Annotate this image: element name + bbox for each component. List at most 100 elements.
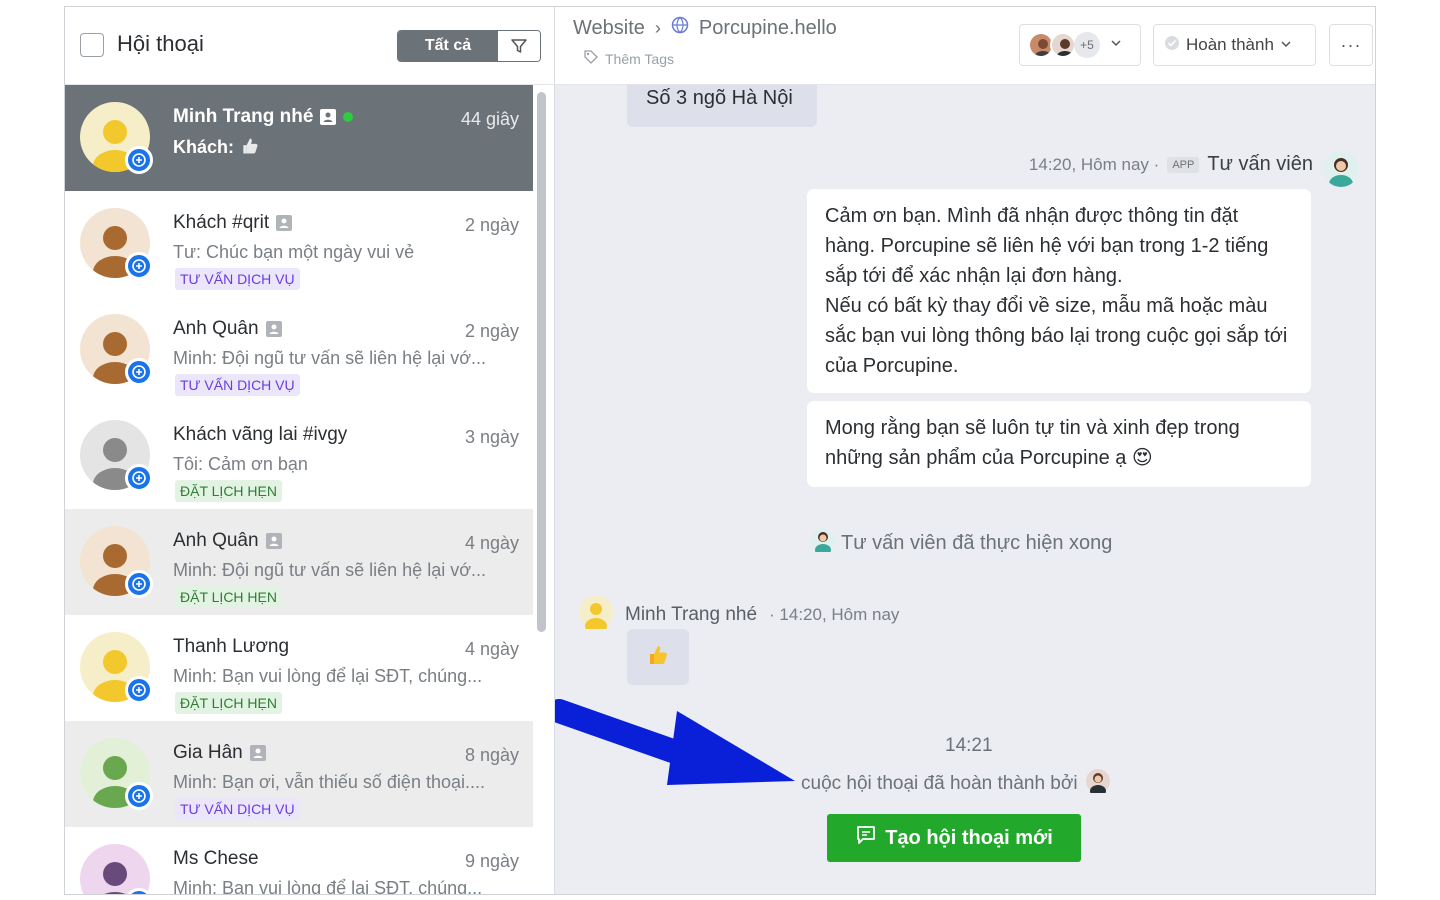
customer-name: Minh Trang nhé bbox=[625, 603, 758, 625]
closed-notice-text: cuộc hội thoại đã hoàn thành bởi bbox=[801, 773, 1078, 794]
conversation-preview-text: Minh: Đội ngũ tư vấn sẽ liên hệ lại vớ..… bbox=[173, 348, 487, 368]
conversation-name: Minh Trang nhé bbox=[173, 106, 314, 127]
contact-card-icon bbox=[319, 108, 337, 126]
conversation-list-item[interactable]: Anh Quân 4 ngày Minh: Đội ngũ tư vấn sẽ li… bbox=[65, 509, 533, 615]
conversation-name-row: Thanh Lương bbox=[173, 636, 289, 658]
conversation-list-item[interactable]: Anh Quân 2 ngày Minh: Đội ngũ tư vấn sẽ li… bbox=[65, 297, 533, 403]
conversation-preview: Tôi: Cảm ơn bạn bbox=[173, 454, 523, 475]
conversation-tag: TƯ VẤN DỊCH VỤ bbox=[175, 268, 300, 290]
agent-message-bubble: Mong rằng bạn sẽ luôn tự tin và xinh đẹp… bbox=[807, 401, 1311, 487]
conversation-tag: ĐẶT LỊCH HẸN bbox=[175, 586, 282, 608]
conversation-preview: Khách: bbox=[173, 136, 523, 158]
chat-header: Website › Porcupine.hello Thêm Tags +5 H… bbox=[555, 7, 1375, 85]
filter-all-button[interactable]: Tất cả bbox=[398, 31, 498, 61]
messenger-channel-icon bbox=[125, 676, 153, 704]
chevron-down-icon bbox=[1110, 36, 1122, 54]
customer-message-meta: Minh Trang nhé · 14:20, Hôm nay bbox=[579, 595, 899, 634]
create-conversation-label: Tạo hội thoại mới bbox=[885, 826, 1053, 849]
conversation-preview: Minh: Đội ngũ tư vấn sẽ liên hệ lại vớ..… bbox=[173, 348, 523, 369]
add-tags-label: Thêm Tags bbox=[605, 50, 674, 67]
conversation-list-scrollbar[interactable] bbox=[537, 92, 546, 632]
conversation-name-row: Gia Hân bbox=[173, 742, 267, 764]
conversation-time: 4 ngày bbox=[464, 639, 519, 659]
conversation-name-row: Anh Quân bbox=[173, 318, 283, 340]
system-message-text: Tư vấn viên đã thực hiện xong bbox=[841, 531, 1113, 554]
conversation-panel-header: Hội thoại Tất cả bbox=[65, 7, 555, 85]
conversation-preview: Minh: Bạn vui lòng để lại SĐT, chúng... bbox=[173, 878, 523, 895]
conversation-time: 3 ngày bbox=[464, 427, 519, 447]
conversation-time: 4 ngày bbox=[464, 533, 519, 553]
assignee-more-count: +5 bbox=[1074, 32, 1100, 58]
contact-card-icon bbox=[275, 214, 293, 232]
conversation-preview: Minh: Bạn ơi, vẫn thiếu số điện thoại...… bbox=[173, 772, 523, 793]
app-badge: APP bbox=[1167, 156, 1200, 173]
select-all-checkbox[interactable] bbox=[80, 33, 104, 57]
panel-title: Hội thoại bbox=[117, 31, 204, 56]
conversation-list: Minh Trang nhé 44 giây Khách: Khách #qrit 2 … bbox=[65, 85, 533, 895]
conversation-name: Khách #qrit bbox=[173, 212, 270, 233]
customer-avatar bbox=[579, 595, 613, 634]
closed-notice: cuộc hội thoại đã hoàn thành bởi bbox=[801, 769, 1110, 799]
breadcrumb-page-name[interactable]: Porcupine.hello bbox=[699, 17, 837, 40]
chevron-right-icon: › bbox=[654, 17, 661, 38]
conversation-name-row: Ms Chese bbox=[173, 848, 259, 870]
conversation-preview-text: Minh: Đội ngũ tư vấn sẽ liên hệ lại vớ..… bbox=[173, 560, 487, 580]
status-dropdown[interactable]: Hoàn thành bbox=[1153, 24, 1316, 66]
conversation-tag: TƯ VẤN DỊCH VỤ bbox=[175, 798, 300, 820]
filter-group: Tất cả bbox=[397, 30, 541, 62]
conversation-preview: Minh: Đội ngũ tư vấn sẽ liên hệ lại vớ..… bbox=[173, 560, 523, 581]
chat-panel: Website › Porcupine.hello Thêm Tags +5 H… bbox=[555, 7, 1375, 894]
conversation-list-item[interactable]: Khách #qrit 2 ngày Tư: Chúc bạn một ngày v… bbox=[65, 191, 533, 297]
agent-message-bubble: Cảm ơn bạn. Mình đã nhận được thông tin … bbox=[807, 189, 1311, 393]
conversation-list-item[interactable]: Ms Chese 9 ngày Minh: Bạn vui lòng để lại … bbox=[65, 827, 533, 895]
messenger-channel-icon bbox=[125, 358, 153, 386]
messenger-channel-icon bbox=[125, 146, 153, 174]
conversation-list-item[interactable]: Minh Trang nhé 44 giây Khách: bbox=[65, 85, 533, 191]
closed-time: 14:21 bbox=[945, 735, 993, 756]
thumbs-up-icon bbox=[240, 137, 260, 157]
message-icon bbox=[855, 824, 877, 852]
conversation-preview-text: Tư: Chúc bạn một ngày vui vẻ bbox=[173, 242, 415, 262]
breadcrumb: Website › Porcupine.hello bbox=[573, 16, 837, 40]
conversation-preview-text: Tôi: Cảm ơn bạn bbox=[173, 454, 308, 474]
conversation-time: 2 ngày bbox=[464, 321, 519, 341]
assignee-selector[interactable]: +5 bbox=[1019, 24, 1141, 66]
conversation-preview-text: Minh: Bạn vui lòng để lại SĐT, chúng... bbox=[173, 666, 483, 686]
conversation-preview-text: Minh: Bạn ơi, vẫn thiếu số điện thoại...… bbox=[173, 772, 485, 792]
create-conversation-button[interactable]: Tạo hội thoại mới bbox=[827, 814, 1081, 862]
conversation-name-row: Khách #qrit bbox=[173, 212, 293, 234]
agent-avatar bbox=[1323, 151, 1359, 187]
conversation-name-row: Khách vãng lai #ivgy bbox=[173, 424, 347, 446]
filter-icon[interactable] bbox=[498, 31, 540, 61]
conversation-preview: Minh: Bạn vui lòng để lại SĐT, chúng... bbox=[173, 666, 523, 687]
customer-message-time: · 14:20, Hôm nay bbox=[769, 604, 900, 624]
customer-message-bubble: Số 3 ngõ Hà Nội bbox=[627, 85, 817, 127]
conversation-name: Anh Quân bbox=[173, 530, 259, 551]
conversation-preview: Tư: Chúc bạn một ngày vui vẻ bbox=[173, 242, 523, 263]
annotation-arrow bbox=[555, 699, 795, 785]
add-tags-button[interactable]: Thêm Tags bbox=[583, 49, 674, 68]
chevron-down-icon bbox=[1280, 35, 1292, 55]
breadcrumb-channel[interactable]: Website bbox=[573, 17, 645, 40]
thumbs-up-icon bbox=[646, 643, 670, 672]
conversation-time: 8 ngày bbox=[464, 745, 519, 765]
conversation-time: 44 giây bbox=[460, 109, 519, 129]
conversation-tag: ĐẶT LỊCH HẸN bbox=[175, 692, 282, 714]
tag-icon bbox=[583, 49, 599, 68]
messenger-channel-icon bbox=[125, 252, 153, 280]
conversation-time: 9 ngày bbox=[464, 851, 519, 871]
assignee-avatar bbox=[1050, 32, 1076, 58]
messenger-channel-icon bbox=[125, 464, 153, 492]
chat-messages: Số 3 ngõ Hà Nội 14:20, Hôm nay · APP Tư … bbox=[555, 85, 1375, 894]
system-message: Tư vấn viên đã thực hiện xong bbox=[811, 528, 1112, 558]
app-window: Hội thoại Tất cả Minh Trang nhé 44 giây Kh… bbox=[64, 6, 1376, 895]
conversation-list-item[interactable]: Khách vãng lai #ivgy 3 ngày Tôi: Cảm ơn bạ… bbox=[65, 403, 533, 509]
conversation-list-item[interactable]: Gia Hân 8 ngày Minh: Bạn ơi, vẫn thiếu số … bbox=[65, 721, 533, 827]
conversation-name: Ms Chese bbox=[173, 848, 259, 869]
conversation-tag: ĐẶT LỊCH HẸN bbox=[175, 480, 282, 502]
more-options-button[interactable]: ··· bbox=[1329, 24, 1373, 66]
conversation-preview-text: Minh: Bạn vui lòng để lại SĐT, chúng... bbox=[173, 878, 483, 895]
conversation-name: Anh Quân bbox=[173, 318, 259, 339]
agent-avatar-small bbox=[1085, 769, 1110, 799]
conversation-list-item[interactable]: Thanh Lương 4 ngày Minh: Bạn vui lòng để l… bbox=[65, 615, 533, 721]
